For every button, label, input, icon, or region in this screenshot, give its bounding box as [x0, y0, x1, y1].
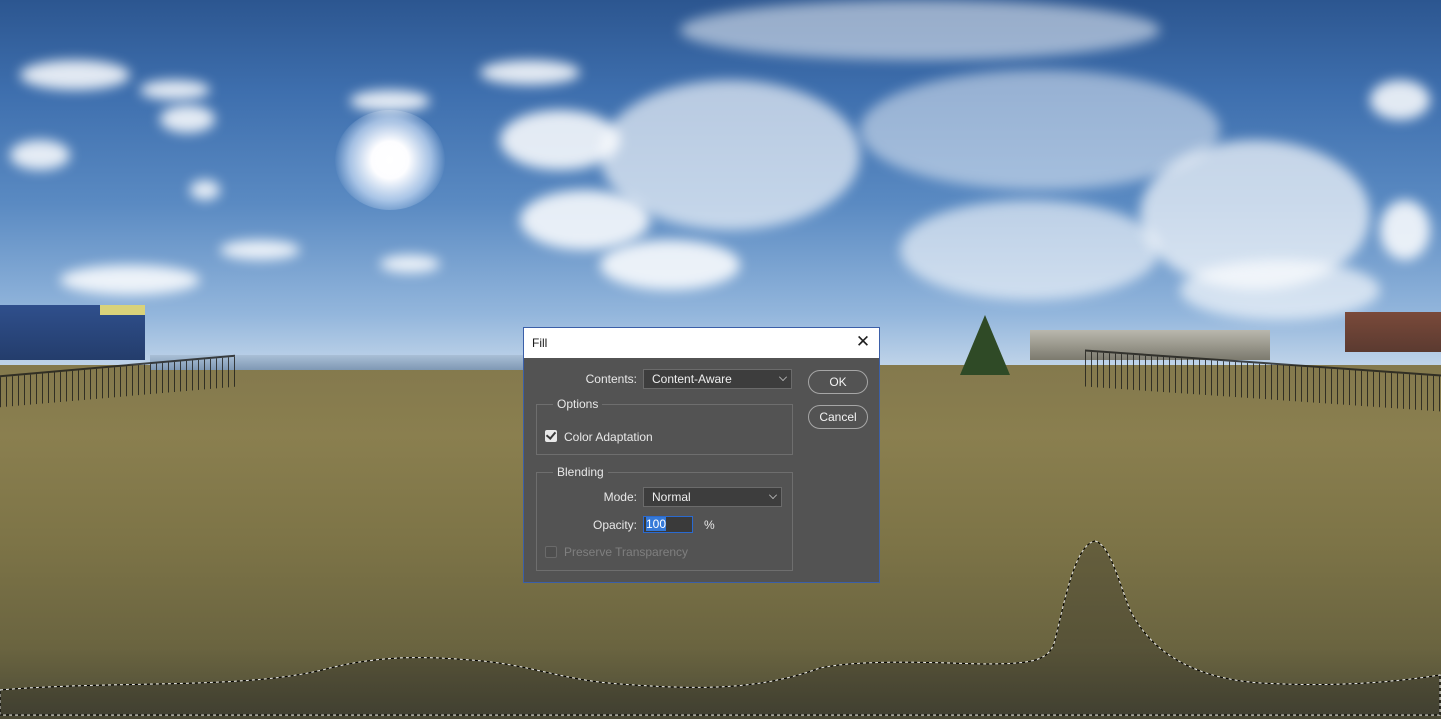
close-icon[interactable]: ✕: [855, 333, 871, 350]
chevron-down-icon: [769, 491, 777, 499]
fill-dialog: Fill ✕ Contents: Content-Aware OK Cancel…: [523, 327, 880, 583]
mode-select[interactable]: Normal: [643, 487, 782, 507]
mode-value: Normal: [652, 490, 691, 504]
ok-button[interactable]: OK: [808, 370, 868, 394]
color-adaptation-checkbox[interactable]: [545, 430, 557, 442]
preserve-transparency-label: Preserve Transparency: [564, 545, 689, 559]
contents-select[interactable]: Content-Aware: [643, 369, 792, 389]
opacity-unit: %: [704, 518, 715, 532]
opacity-input[interactable]: 100: [643, 516, 693, 533]
options-group-title: Options: [553, 397, 603, 411]
chevron-down-icon: [779, 373, 787, 381]
color-adaptation-label[interactable]: Color Adaptation: [564, 430, 653, 444]
contents-value: Content-Aware: [652, 372, 732, 386]
contents-label: Contents:: [585, 372, 637, 386]
cancel-button[interactable]: Cancel: [808, 405, 868, 429]
mode-label: Mode:: [603, 490, 637, 504]
dialog-title: Fill: [532, 336, 548, 350]
opacity-label: Opacity:: [592, 518, 637, 532]
blending-group-title: Blending: [553, 465, 608, 479]
opacity-value: 100: [646, 517, 667, 531]
dialog-titlebar[interactable]: Fill ✕: [524, 328, 879, 358]
preserve-transparency-checkbox[interactable]: [545, 546, 557, 558]
